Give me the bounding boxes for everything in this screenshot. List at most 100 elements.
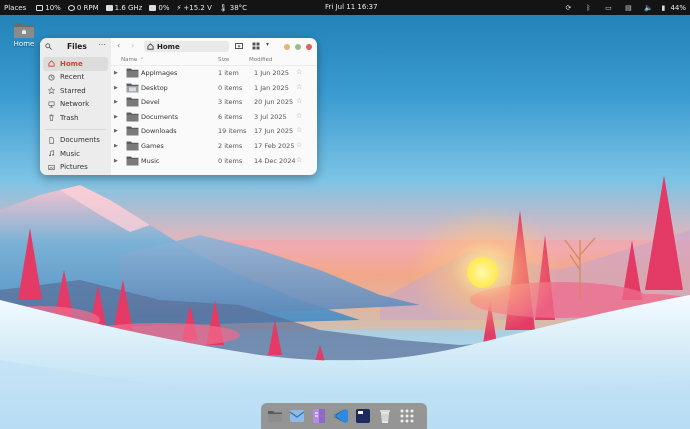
sidebar-item-label: Home: [60, 59, 83, 68]
sidebar-item-recent[interactable]: Recent: [43, 71, 108, 85]
star-icon[interactable]: ☆: [296, 97, 302, 105]
maximize-button[interactable]: [295, 44, 301, 50]
table-row[interactable]: ▶ Downloads 19 items 17 Jun 2025 ☆: [111, 124, 317, 139]
expand-chevron-icon[interactable]: ▶: [114, 143, 118, 149]
column-size[interactable]: Size: [218, 57, 229, 63]
expand-chevron-icon[interactable]: ▶: [114, 128, 118, 134]
bolt-icon: ⚡: [176, 3, 182, 12]
table-row[interactable]: ▶ Documents 6 items 3 Jul 2025 ☆: [111, 110, 317, 125]
terminal-app-icon[interactable]: [354, 407, 372, 425]
dock: [261, 403, 427, 429]
file-modified: 1 Jan 2025: [254, 83, 289, 92]
fan-value: 0 RPM: [76, 3, 99, 12]
folder-icon: [126, 97, 139, 107]
file-size: 0 items: [218, 83, 243, 92]
desktop-folder-icon: [126, 83, 139, 93]
expand-chevron-icon[interactable]: ▶: [114, 70, 118, 76]
forward-button[interactable]: ›: [131, 41, 134, 50]
table-row[interactable]: ▶ Devel 3 items 20 Jun 2025 ☆: [111, 95, 317, 110]
files-app-icon[interactable]: [266, 407, 284, 425]
view-options-chevron-down-icon[interactable]: ▾: [266, 41, 269, 48]
file-modified: 14 Dec 2024: [254, 156, 296, 165]
desktop-home-icon[interactable]: Home: [8, 18, 40, 48]
column-name[interactable]: Name: [121, 57, 137, 63]
table-row[interactable]: ▶ AppImages 1 item 1 Jun 2025 ☆: [111, 66, 317, 81]
close-button[interactable]: [306, 44, 312, 50]
cpu-indicator[interactable]: 10%: [36, 4, 61, 12]
home-icon: [147, 43, 154, 50]
sidebar-item-starred[interactable]: Starred: [43, 84, 108, 98]
file-size: 19 items: [218, 127, 247, 136]
network-icon: [48, 101, 55, 108]
table-row[interactable]: ▶ Desktop 0 items 1 Jan 2025 ☆: [111, 81, 317, 96]
star-icon[interactable]: ☆: [296, 112, 302, 120]
sync-icon[interactable]: ⟳: [558, 4, 578, 12]
star-icon[interactable]: ☆: [296, 83, 302, 91]
folder-icon: [126, 156, 139, 166]
sidebar-item-home[interactable]: Home: [43, 57, 108, 71]
sidebar-item-label: Starred: [60, 86, 86, 95]
sidebar-item-label: Trash: [60, 113, 79, 122]
sidebar-item-network[interactable]: Network: [43, 98, 108, 112]
temp-indicator[interactable]: 🌡 38°C: [219, 4, 247, 12]
expand-chevron-icon[interactable]: ▶: [114, 114, 118, 120]
expand-chevron-icon[interactable]: ▶: [114, 158, 118, 164]
file-size: 2 items: [218, 141, 243, 150]
new-tab-icon[interactable]: [235, 42, 243, 50]
fan-icon: [67, 4, 75, 11]
minimize-button[interactable]: [284, 44, 290, 50]
screen-icon[interactable]: ▭: [598, 4, 618, 12]
home-icon: [48, 60, 55, 67]
sun: [467, 257, 498, 288]
star-icon[interactable]: ☆: [296, 141, 302, 149]
freq-indicator[interactable]: 1.6 GHz: [105, 4, 142, 12]
battery-value[interactable]: 44%: [670, 4, 686, 12]
sidebar-item-label: Recent: [60, 73, 85, 82]
file-size: 3 items: [218, 98, 243, 107]
load-icon: [149, 4, 157, 11]
fan-indicator[interactable]: 0 RPM: [67, 3, 99, 12]
network-status-icon[interactable]: ▤: [618, 4, 638, 12]
system-tray: ⟳ ᛒ ▭ ▤ 🔈 ▮ 44%: [558, 0, 687, 15]
star-icon[interactable]: ☆: [296, 156, 302, 164]
more-options-icon[interactable]: ⋯: [98, 40, 106, 49]
star-icon[interactable]: ☆: [296, 126, 302, 134]
battery-icon[interactable]: ▮: [658, 4, 668, 12]
file-modified: 17 Feb 2025: [254, 141, 295, 150]
file-name: AppImages: [141, 69, 178, 77]
sidebar-item-documents[interactable]: Documents: [43, 134, 108, 148]
bluetooth-icon[interactable]: ᛒ: [578, 4, 598, 12]
sidebar-item-music[interactable]: Music: [43, 147, 108, 161]
voltage-indicator[interactable]: ⚡ +15.2 V: [176, 4, 211, 12]
clock-icon: [48, 74, 55, 81]
cpu-value: 10%: [45, 3, 61, 12]
file-modified: 3 Jul 2025: [254, 112, 287, 121]
notes-app-icon[interactable]: [310, 407, 328, 425]
sidebar-item-trash[interactable]: Trash: [43, 111, 108, 125]
star-icon[interactable]: ☆: [296, 68, 302, 76]
window-title: Files: [67, 42, 87, 51]
load-indicator[interactable]: 0%: [149, 4, 169, 12]
file-name: Devel: [141, 98, 160, 107]
expand-chevron-icon[interactable]: ▶: [114, 85, 118, 91]
clock[interactable]: Fri Jul 11 16:37: [325, 3, 378, 11]
app-grid-icon[interactable]: [398, 407, 416, 425]
search-icon[interactable]: [45, 43, 52, 50]
file-size: 6 items: [218, 112, 243, 121]
volume-icon[interactable]: 🔈: [638, 4, 658, 12]
sidebar-item-pictures[interactable]: Pictures: [43, 161, 108, 175]
table-row[interactable]: ▶ Music 0 items 14 Dec 2024 ☆: [111, 154, 317, 169]
places-menu[interactable]: Places: [4, 4, 26, 12]
trash-app-icon[interactable]: [376, 407, 394, 425]
vscode-app-icon[interactable]: [332, 407, 350, 425]
expand-chevron-icon[interactable]: ▶: [114, 99, 118, 105]
load-value: 0%: [158, 3, 170, 12]
mail-app-icon[interactable]: [288, 407, 306, 425]
column-modified[interactable]: Modified: [249, 57, 272, 63]
table-row[interactable]: ▶ Games 2 items 17 Feb 2025 ☆: [111, 139, 317, 154]
header-bar: ‹ › Home ▾: [111, 38, 317, 55]
path-bar[interactable]: Home: [144, 41, 229, 52]
grid-view-icon[interactable]: [252, 42, 260, 50]
back-button[interactable]: ‹: [117, 41, 120, 50]
file-modified: 1 Jun 2025: [254, 69, 289, 77]
